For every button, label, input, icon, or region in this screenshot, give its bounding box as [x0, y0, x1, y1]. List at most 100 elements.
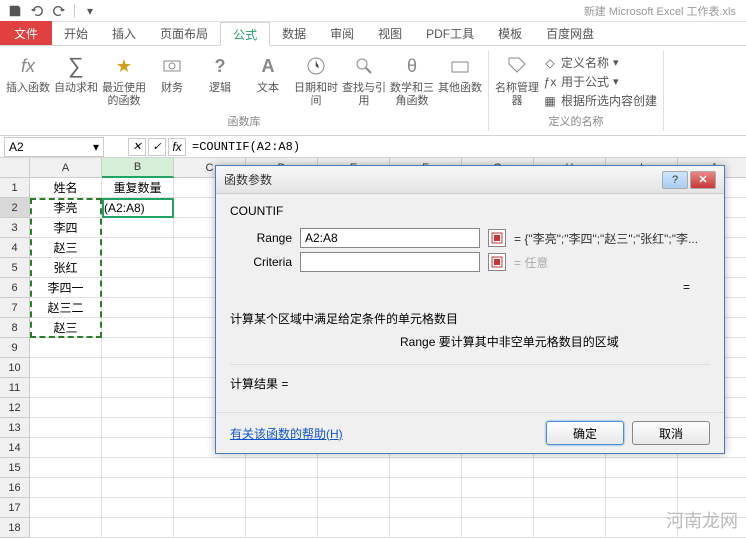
cancel-icon[interactable]: ✕ — [128, 138, 146, 156]
create-from-sel-button[interactable]: ▦根据所选内容创建 — [543, 92, 657, 109]
cell[interactable] — [462, 518, 534, 538]
cell[interactable] — [102, 258, 174, 278]
cell[interactable] — [102, 218, 174, 238]
cell[interactable] — [462, 458, 534, 478]
dialog-titlebar[interactable]: 函数参数 ? ✕ — [216, 166, 724, 194]
cell[interactable] — [30, 438, 102, 458]
cell[interactable] — [246, 498, 318, 518]
cell[interactable] — [102, 318, 174, 338]
save-icon[interactable] — [6, 2, 24, 20]
cell[interactable]: 赵三 — [30, 318, 102, 338]
cell[interactable] — [534, 478, 606, 498]
row-header[interactable]: 8 — [0, 318, 30, 338]
row-header[interactable]: 16 — [0, 478, 30, 498]
row-header[interactable]: 7 — [0, 298, 30, 318]
tab-layout[interactable]: 页面布局 — [148, 21, 220, 45]
cell[interactable] — [102, 338, 174, 358]
cell[interactable] — [390, 478, 462, 498]
tab-insert[interactable]: 插入 — [100, 21, 148, 45]
row-header[interactable]: 6 — [0, 278, 30, 298]
logical-button[interactable]: ?逻辑 — [198, 50, 242, 111]
tab-review[interactable]: 审阅 — [318, 21, 366, 45]
cell[interactable] — [606, 498, 678, 518]
help-link[interactable]: 有关该函数的帮助(H) — [230, 425, 343, 442]
row-header[interactable]: 4 — [0, 238, 30, 258]
cell[interactable] — [318, 518, 390, 538]
cell[interactable]: 李四一 — [30, 278, 102, 298]
row-header[interactable]: 10 — [0, 358, 30, 378]
cell[interactable] — [30, 498, 102, 518]
criteria-input[interactable] — [300, 252, 480, 272]
qat-dropdown-icon[interactable]: ▾ — [81, 2, 99, 20]
formula-input[interactable] — [188, 140, 488, 154]
cell[interactable] — [606, 478, 678, 498]
cell[interactable] — [390, 498, 462, 518]
help-icon[interactable]: ? — [662, 171, 688, 189]
cell[interactable] — [462, 478, 534, 498]
cancel-button[interactable]: 取消 — [632, 421, 710, 445]
tab-templates[interactable]: 模板 — [486, 21, 534, 45]
cell[interactable] — [534, 518, 606, 538]
cell[interactable] — [246, 478, 318, 498]
cell[interactable] — [390, 458, 462, 478]
cell[interactable] — [102, 278, 174, 298]
cell[interactable] — [30, 458, 102, 478]
cell[interactable] — [102, 518, 174, 538]
row-header[interactable]: 1 — [0, 178, 30, 198]
cell[interactable] — [174, 518, 246, 538]
row-header[interactable]: 17 — [0, 498, 30, 518]
cell[interactable] — [246, 518, 318, 538]
select-all-corner[interactable] — [0, 158, 30, 178]
cell[interactable]: 赵三二 — [30, 298, 102, 318]
financial-button[interactable]: 财务 — [150, 50, 194, 111]
cell[interactable] — [534, 458, 606, 478]
tab-view[interactable]: 视图 — [366, 21, 414, 45]
recent-button[interactable]: ★最近使用的函数 — [102, 50, 146, 111]
cell[interactable]: 姓名 — [30, 178, 102, 198]
cell[interactable] — [678, 478, 746, 498]
cell[interactable]: 重复数量 — [102, 178, 174, 198]
cell[interactable] — [30, 518, 102, 538]
cell[interactable] — [30, 378, 102, 398]
insert-function-button[interactable]: fx插入函数 — [6, 50, 50, 111]
col-header[interactable]: B — [102, 158, 174, 178]
cell[interactable] — [678, 498, 746, 518]
math-button[interactable]: θ数学和三角函数 — [390, 50, 434, 111]
cell[interactable] — [30, 338, 102, 358]
tab-formulas[interactable]: 公式 — [220, 22, 270, 46]
row-header[interactable]: 12 — [0, 398, 30, 418]
cell[interactable] — [318, 458, 390, 478]
cell[interactable] — [102, 418, 174, 438]
row-header[interactable]: 13 — [0, 418, 30, 438]
cell[interactable] — [102, 498, 174, 518]
tab-data[interactable]: 数据 — [270, 21, 318, 45]
name-box[interactable]: A2▾ — [4, 137, 104, 157]
cell[interactable] — [462, 498, 534, 518]
row-header[interactable]: 2 — [0, 198, 30, 218]
tab-file[interactable]: 文件 — [0, 21, 52, 45]
cell[interactable] — [534, 498, 606, 518]
datetime-button[interactable]: 日期和时间 — [294, 50, 338, 111]
close-icon[interactable]: ✕ — [690, 171, 716, 189]
tab-home[interactable]: 开始 — [52, 21, 100, 45]
define-name-button[interactable]: ◇定义名称 ▾ — [543, 54, 657, 71]
use-formula-button[interactable]: ƒx用于公式 ▾ — [543, 73, 657, 90]
row-header[interactable]: 5 — [0, 258, 30, 278]
cell[interactable] — [318, 478, 390, 498]
cell[interactable] — [102, 238, 174, 258]
cell[interactable]: (A2:A8) — [102, 198, 174, 218]
name-manager-button[interactable]: 名称管理器 — [495, 50, 539, 111]
tab-pdf[interactable]: PDF工具 — [414, 21, 486, 45]
cell[interactable]: 张红 — [30, 258, 102, 278]
cell[interactable] — [30, 418, 102, 438]
cell[interactable]: 李亮 — [30, 198, 102, 218]
cell[interactable] — [174, 498, 246, 518]
cell[interactable] — [174, 458, 246, 478]
cell[interactable] — [678, 518, 746, 538]
cell[interactable] — [102, 458, 174, 478]
row-header[interactable]: 18 — [0, 518, 30, 538]
cell[interactable] — [390, 518, 462, 538]
text-button[interactable]: A文本 — [246, 50, 290, 111]
criteria-picker-icon[interactable] — [488, 253, 506, 271]
autosum-button[interactable]: ∑自动求和 — [54, 50, 98, 111]
